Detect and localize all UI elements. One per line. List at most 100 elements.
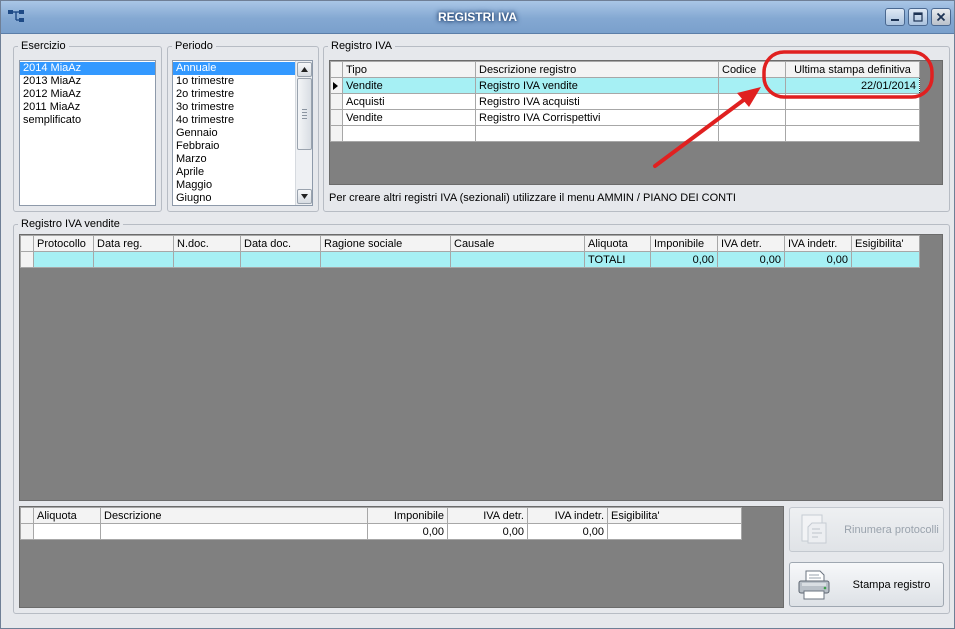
cell-empty[interactable] [320, 251, 451, 268]
rinumera-protocolli-label: Rinumera protocolli [844, 523, 939, 536]
table-row-empty[interactable] [330, 125, 920, 142]
scroll-down-button[interactable] [297, 189, 312, 204]
periodo-scrollbar[interactable] [295, 61, 312, 205]
esercizio-listbox[interactable]: 2014 MiaAz 2013 MiaAz 2012 MiaAz 2011 Mi… [19, 60, 156, 206]
scroll-up-button[interactable] [297, 62, 312, 77]
periodo-item[interactable]: Marzo [173, 153, 296, 166]
column-header[interactable]: Causale [450, 235, 585, 252]
column-header[interactable]: N.doc. [173, 235, 241, 252]
row-pointer-icon [333, 81, 338, 90]
cell-total-iva-detr[interactable]: 0,00 [717, 251, 785, 268]
cell-descrizione[interactable]: Registro IVA vendite [475, 77, 719, 94]
esercizio-item[interactable]: 2014 MiaAz [20, 62, 155, 75]
column-header[interactable]: Descrizione registro [475, 61, 719, 78]
registro-iva-hint: Per creare altri registri IVA (sezionali… [329, 192, 736, 204]
periodo-item[interactable]: Maggio [173, 179, 296, 192]
printer-icon [798, 570, 830, 600]
column-header[interactable]: Esigibilita' [607, 507, 742, 524]
column-header[interactable]: Aliquota [584, 235, 651, 252]
column-header[interactable]: Imponibile [367, 507, 448, 524]
close-button[interactable] [931, 8, 951, 26]
periodo-item[interactable]: 3o trimestre [173, 101, 296, 114]
cell-empty[interactable] [100, 523, 368, 540]
stampa-registro-button[interactable]: Stampa registro [789, 562, 944, 607]
column-header[interactable]: Tipo [342, 61, 476, 78]
periodo-item[interactable]: 1o trimestre [173, 75, 296, 88]
cell-tipo[interactable]: Vendite [342, 109, 476, 126]
cell-empty[interactable] [33, 523, 101, 540]
periodo-item[interactable]: Aprile [173, 166, 296, 179]
cell-tipo[interactable]: Acquisti [342, 93, 476, 110]
column-header[interactable]: IVA detr. [447, 507, 528, 524]
column-header[interactable]: Imponibile [650, 235, 718, 252]
cell-empty[interactable] [851, 251, 920, 268]
column-header[interactable]: IVA detr. [717, 235, 785, 252]
column-header[interactable]: Esigibilita' [851, 235, 920, 252]
minimize-button[interactable] [885, 8, 905, 26]
table-row[interactable]: Vendite Registro IVA Corrispettivi [330, 109, 920, 126]
row-indicator [330, 125, 343, 142]
column-header[interactable]: Ragione sociale [320, 235, 451, 252]
cell-tipo[interactable]: Vendite [342, 77, 476, 94]
periodo-item[interactable]: Giugno [173, 192, 296, 205]
cell-empty[interactable] [785, 125, 920, 142]
cell-codice[interactable] [718, 77, 786, 94]
row-indicator [20, 523, 34, 540]
cell-empty[interactable] [342, 125, 476, 142]
column-header[interactable]: Ultima stampa definitiva [785, 61, 920, 78]
scroll-thumb[interactable] [297, 78, 312, 150]
cell-total-imponibile[interactable]: 0,00 [650, 251, 718, 268]
periodo-item[interactable]: Febbraio [173, 140, 296, 153]
periodo-item[interactable]: Annuale [173, 62, 296, 75]
cell-empty[interactable] [240, 251, 321, 268]
esercizio-item[interactable]: 2013 MiaAz [20, 75, 155, 88]
stampa-registro-label: Stampa registro [852, 578, 931, 591]
riepilogo-grid[interactable]: Aliquota Descrizione Imponibile IVA detr… [19, 506, 784, 608]
esercizio-item[interactable]: 2011 MiaAz [20, 101, 155, 114]
periodo-listbox[interactable]: Annuale 1o trimestre 2o trimestre 3o tri… [172, 60, 313, 206]
registro-iva-grid[interactable]: Tipo Descrizione registro Codice Ultima … [329, 60, 943, 185]
periodo-item[interactable]: Gennaio [173, 127, 296, 140]
cell-iva-detr[interactable]: 0,00 [447, 523, 528, 540]
cell-ultima-stampa[interactable]: 22/01/2014 [785, 77, 920, 94]
cell-ultima-stampa[interactable] [785, 109, 920, 126]
cell-codice[interactable] [718, 93, 786, 110]
cell-descrizione[interactable]: Registro IVA acquisti [475, 93, 719, 110]
registro-vendite-grid[interactable]: Protocollo Data reg. N.doc. Data doc. Ra… [19, 234, 943, 501]
row-indicator-header [20, 507, 34, 524]
cell-empty[interactable] [718, 125, 786, 142]
cell-ultima-stampa[interactable] [785, 93, 920, 110]
column-header[interactable]: IVA indetr. [784, 235, 852, 252]
cell-empty[interactable] [475, 125, 719, 142]
column-header[interactable]: Data doc. [240, 235, 321, 252]
cell-total-iva-indetr[interactable]: 0,00 [784, 251, 852, 268]
column-header[interactable]: Data reg. [93, 235, 174, 252]
column-header[interactable]: IVA indetr. [527, 507, 608, 524]
cell-descrizione[interactable]: Registro IVA Corrispettivi [475, 109, 719, 126]
table-row[interactable]: 0,00 0,00 0,00 [20, 523, 742, 540]
table-row[interactable]: Vendite Registro IVA vendite 22/01/2014 [330, 77, 920, 94]
maximize-button[interactable] [908, 8, 928, 26]
cell-iva-indetr[interactable]: 0,00 [527, 523, 608, 540]
cell-empty[interactable] [33, 251, 94, 268]
renumber-icon [801, 514, 827, 544]
periodo-item[interactable]: 2o trimestre [173, 88, 296, 101]
rinumera-protocolli-button[interactable]: Rinumera protocolli [789, 507, 944, 552]
periodo-legend: Periodo [175, 40, 213, 52]
cell-empty[interactable] [93, 251, 174, 268]
column-header[interactable]: Codice [718, 61, 786, 78]
column-header[interactable]: Aliquota [33, 507, 101, 524]
column-header[interactable]: Descrizione [100, 507, 368, 524]
cell-totali-label[interactable]: TOTALI [584, 251, 651, 268]
cell-empty[interactable] [450, 251, 585, 268]
cell-empty[interactable] [607, 523, 742, 540]
totals-row[interactable]: TOTALI 0,00 0,00 0,00 [20, 251, 920, 268]
esercizio-item[interactable]: semplificato [20, 114, 155, 127]
table-row[interactable]: Acquisti Registro IVA acquisti [330, 93, 920, 110]
column-header[interactable]: Protocollo [33, 235, 94, 252]
esercizio-item[interactable]: 2012 MiaAz [20, 88, 155, 101]
periodo-item[interactable]: 4o trimestre [173, 114, 296, 127]
cell-empty[interactable] [173, 251, 241, 268]
cell-codice[interactable] [718, 109, 786, 126]
cell-imponibile[interactable]: 0,00 [367, 523, 448, 540]
